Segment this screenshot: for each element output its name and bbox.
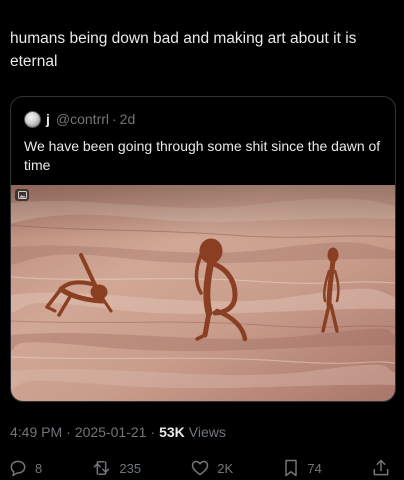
cave-painting-image[interactable] <box>11 185 395 401</box>
repost-button[interactable]: 235 <box>91 458 141 478</box>
bookmark-button[interactable]: 74 <box>282 458 322 478</box>
post-time[interactable]: 4:49 PM <box>10 424 62 440</box>
separator-dot: · <box>112 111 117 127</box>
repost-count: 235 <box>119 460 142 476</box>
quoted-display-name[interactable]: j <box>46 111 50 127</box>
bookmark-count: 74 <box>307 460 322 476</box>
quoted-handle[interactable]: @contrrl <box>56 111 109 127</box>
views-label: Views <box>188 424 226 440</box>
share-icon <box>373 459 389 476</box>
heart-icon <box>192 460 209 476</box>
separator-dot: · <box>150 424 156 440</box>
post-metadata: 4:49 PM · 2025-01-21 · 53K Views <box>10 424 226 440</box>
post-text: humans being down bad and making art abo… <box>10 30 357 70</box>
avatar[interactable] <box>24 110 41 128</box>
share-button[interactable] <box>371 458 398 478</box>
bookmark-icon <box>285 459 298 477</box>
action-bar: 8 235 2K 74 <box>8 458 398 478</box>
repost-icon <box>94 461 110 475</box>
media-icon <box>15 189 29 201</box>
reply-button[interactable]: 8 <box>8 458 42 478</box>
like-button[interactable]: 2K <box>190 458 233 478</box>
separator-dot: · <box>66 424 71 440</box>
post-date[interactable]: 2025-01-21 <box>75 424 147 440</box>
quoted-text: We have been going through some shit sin… <box>24 138 381 173</box>
views-count[interactable]: 53K <box>159 424 185 440</box>
quoted-post-header: j @contrrl · 2d <box>24 110 135 128</box>
quoted-timestamp[interactable]: 2d <box>120 111 136 127</box>
like-count: 2K <box>217 460 234 476</box>
reply-icon <box>10 460 26 477</box>
reply-count: 8 <box>35 460 43 476</box>
quoted-post[interactable]: j @contrrl · 2d We have been going throu… <box>10 96 396 402</box>
